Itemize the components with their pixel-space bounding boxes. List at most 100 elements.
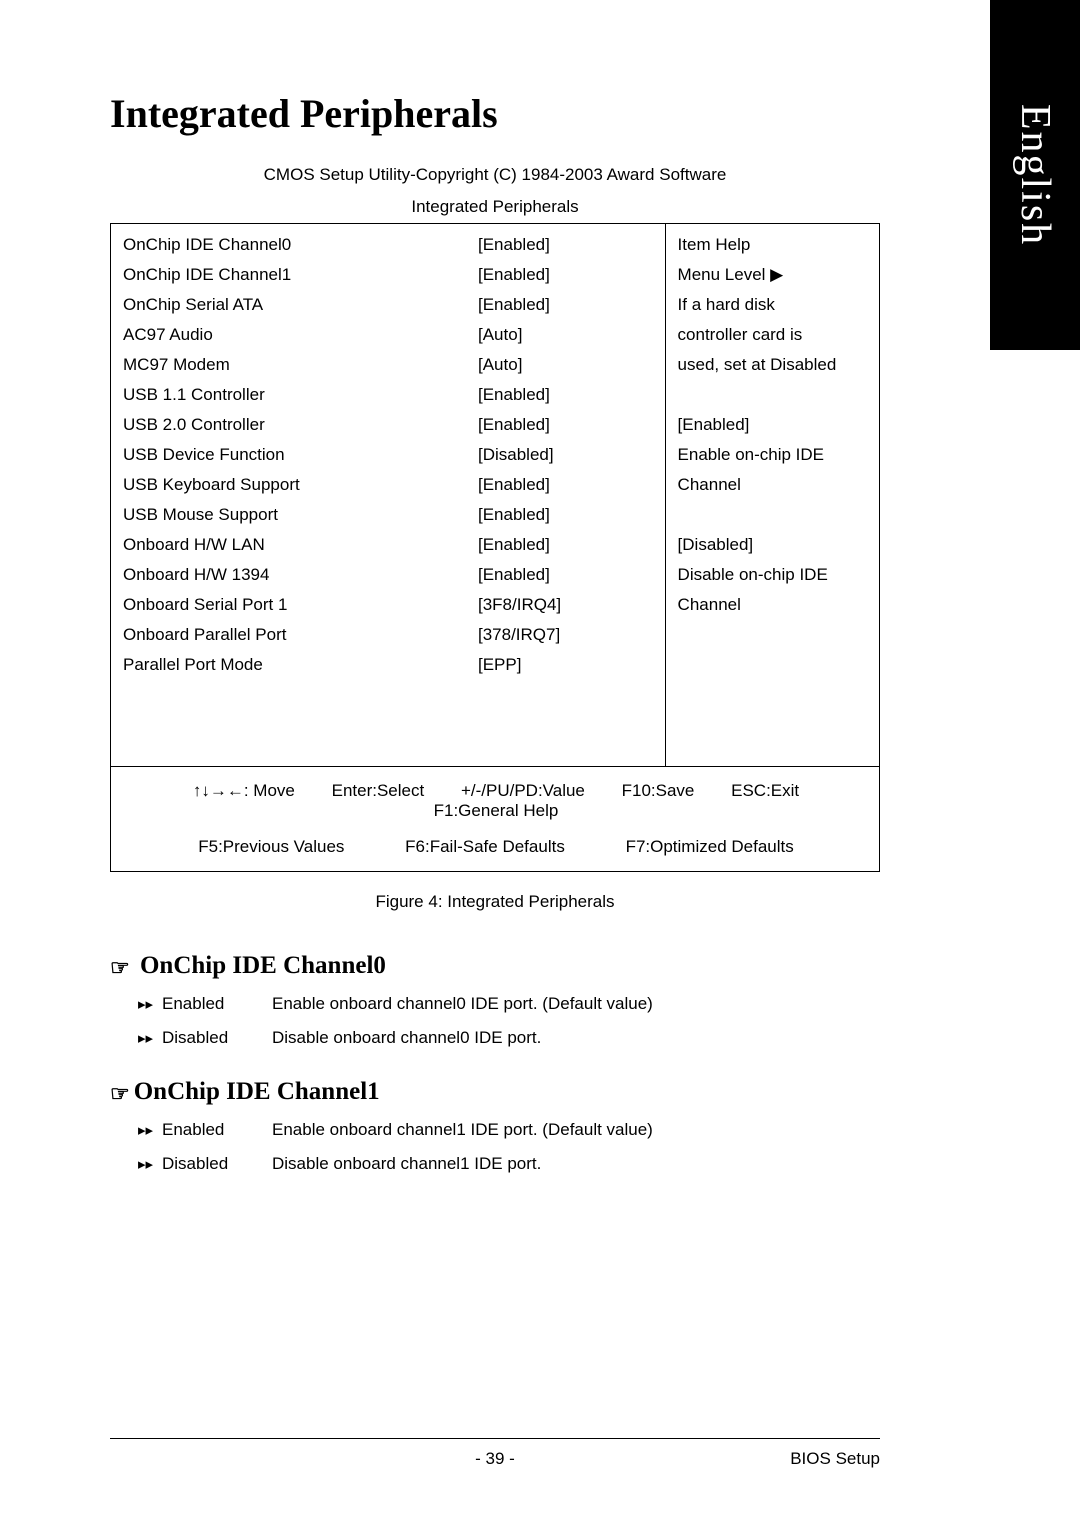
option-label: Enabled: [162, 1120, 272, 1140]
help-line: [Disabled]: [678, 530, 869, 560]
key-move: ↑↓→←: Move: [193, 781, 295, 801]
setting-label: OnChip Serial ATA: [123, 295, 478, 315]
help-line: Item Help: [678, 230, 869, 260]
cmos-subheader: Integrated Peripherals: [110, 197, 880, 217]
section-title-text: OnChip IDE Channel0: [140, 952, 386, 979]
setting-row: USB 2.0 Controller[Enabled]: [123, 410, 655, 440]
option-desc: Disable onboard channel1 IDE port.: [272, 1154, 880, 1174]
setting-value: [Enabled]: [478, 565, 550, 585]
setting-row: USB Mouse Support[Enabled]: [123, 500, 655, 530]
setting-row: MC97 Modem[Auto]: [123, 350, 655, 380]
footer-rule: [110, 1438, 880, 1439]
key-value: +/-/PU/PD:Value: [461, 781, 585, 801]
help-line: Channel: [678, 470, 869, 500]
double-arrow-icon: ▸▸: [138, 1155, 162, 1173]
setting-row: Parallel Port Mode[EPP]: [123, 650, 655, 680]
help-line: [678, 500, 869, 530]
setting-row: USB 1.1 Controller[Enabled]: [123, 380, 655, 410]
pointer-icon: ☞: [110, 955, 130, 981]
settings-pane: OnChip IDE Channel0[Enabled] OnChip IDE …: [111, 224, 666, 767]
cmos-header: CMOS Setup Utility-Copyright (C) 1984-20…: [110, 165, 880, 185]
setting-row: Onboard Serial Port 1[3F8/IRQ4]: [123, 590, 655, 620]
setting-row: Onboard Parallel Port[378/IRQ7]: [123, 620, 655, 650]
setting-value: [Disabled]: [478, 445, 554, 465]
setting-value: [EPP]: [478, 655, 521, 675]
page-footer: - 39 - BIOS Setup: [110, 1449, 880, 1469]
setting-value: [Auto]: [478, 325, 522, 345]
setting-label: USB Keyboard Support: [123, 475, 478, 495]
key-failsafe: F6:Fail-Safe Defaults: [405, 837, 565, 857]
setting-value: [3F8/IRQ4]: [478, 595, 561, 615]
key-prev: F5:Previous Values: [198, 837, 344, 857]
key-save: F10:Save: [622, 781, 695, 801]
help-line: Menu Level ▶: [678, 260, 869, 290]
setting-value: [Enabled]: [478, 295, 550, 315]
option-desc: Enable onboard channel0 IDE port. (Defau…: [272, 994, 880, 1014]
option-row: ▸▸ Disabled Disable onboard channel1 IDE…: [138, 1154, 880, 1174]
setting-value: [Enabled]: [478, 505, 550, 525]
help-pane: Item Help Menu Level ▶ If a hard disk co…: [665, 224, 879, 767]
setting-label: MC97 Modem: [123, 355, 478, 375]
section-title: ☞OnChip IDE Channel1: [110, 1078, 880, 1106]
setting-label: USB 2.0 Controller: [123, 415, 478, 435]
setting-label: Onboard Serial Port 1: [123, 595, 478, 615]
section-title: ☞ OnChip IDE Channel0: [110, 952, 880, 980]
section-title-text: OnChip IDE Channel1: [134, 1078, 380, 1105]
setting-row: Onboard H/W LAN[Enabled]: [123, 530, 655, 560]
page-title: Integrated Peripherals: [110, 90, 880, 137]
setting-value: [Enabled]: [478, 415, 550, 435]
setting-label: OnChip IDE Channel0: [123, 235, 478, 255]
double-arrow-icon: ▸▸: [138, 1029, 162, 1047]
option-desc: Enable onboard channel1 IDE port. (Defau…: [272, 1120, 880, 1140]
key-hints: ↑↓→←: Move Enter:Select +/-/PU/PD:Value …: [111, 767, 880, 872]
setting-row: USB Device Function[Disabled]: [123, 440, 655, 470]
setting-label: OnChip IDE Channel1: [123, 265, 478, 285]
option-label: Disabled: [162, 1028, 272, 1048]
option-row: ▸▸ Enabled Enable onboard channel0 IDE p…: [138, 994, 880, 1014]
setting-row: OnChip IDE Channel0[Enabled]: [123, 230, 655, 260]
double-arrow-icon: ▸▸: [138, 995, 162, 1013]
doc-section: ☞ OnChip IDE Channel0 ▸▸ Enabled Enable …: [110, 952, 880, 1048]
setting-value: [Enabled]: [478, 265, 550, 285]
language-tab-text: English: [1011, 104, 1059, 246]
setting-value: [Enabled]: [478, 535, 550, 555]
setting-value: [Enabled]: [478, 475, 550, 495]
setting-label: Onboard H/W LAN: [123, 535, 478, 555]
help-line: [Enabled]: [678, 410, 869, 440]
key-select: Enter:Select: [332, 781, 425, 801]
setting-row: USB Keyboard Support[Enabled]: [123, 470, 655, 500]
figure-caption: Figure 4: Integrated Peripherals: [110, 892, 880, 912]
key-help: F1:General Help: [434, 801, 559, 821]
bios-table: OnChip IDE Channel0[Enabled] OnChip IDE …: [110, 223, 880, 872]
setting-label: USB Mouse Support: [123, 505, 478, 525]
help-line: [678, 380, 869, 410]
setting-label: USB 1.1 Controller: [123, 385, 478, 405]
setting-value: [Enabled]: [478, 235, 550, 255]
setting-row: AC97 Audio[Auto]: [123, 320, 655, 350]
setting-label: AC97 Audio: [123, 325, 478, 345]
setting-row: Onboard H/W 1394[Enabled]: [123, 560, 655, 590]
doc-section: ☞OnChip IDE Channel1 ▸▸ Enabled Enable o…: [110, 1078, 880, 1174]
help-line: Channel: [678, 590, 869, 620]
setting-label: Parallel Port Mode: [123, 655, 478, 675]
setting-value: [Auto]: [478, 355, 522, 375]
page-number: - 39 -: [110, 1449, 880, 1469]
setting-value: [378/IRQ7]: [478, 625, 560, 645]
key-optimized: F7:Optimized Defaults: [626, 837, 794, 857]
option-label: Disabled: [162, 1154, 272, 1174]
help-line: Enable on-chip IDE: [678, 440, 869, 470]
option-row: ▸▸ Disabled Disable onboard channel0 IDE…: [138, 1028, 880, 1048]
key-exit: ESC:Exit: [731, 781, 799, 801]
option-desc: Disable onboard channel0 IDE port.: [272, 1028, 880, 1048]
double-arrow-icon: ▸▸: [138, 1121, 162, 1139]
setting-label: Onboard H/W 1394: [123, 565, 478, 585]
help-line: controller card is: [678, 320, 869, 350]
setting-value: [Enabled]: [478, 385, 550, 405]
option-row: ▸▸ Enabled Enable onboard channel1 IDE p…: [138, 1120, 880, 1140]
setting-row: OnChip Serial ATA[Enabled]: [123, 290, 655, 320]
setting-label: Onboard Parallel Port: [123, 625, 478, 645]
pointer-icon: ☞: [110, 1081, 130, 1107]
setting-label: USB Device Function: [123, 445, 478, 465]
help-line: If a hard disk: [678, 290, 869, 320]
help-line: used, set at Disabled: [678, 350, 869, 380]
